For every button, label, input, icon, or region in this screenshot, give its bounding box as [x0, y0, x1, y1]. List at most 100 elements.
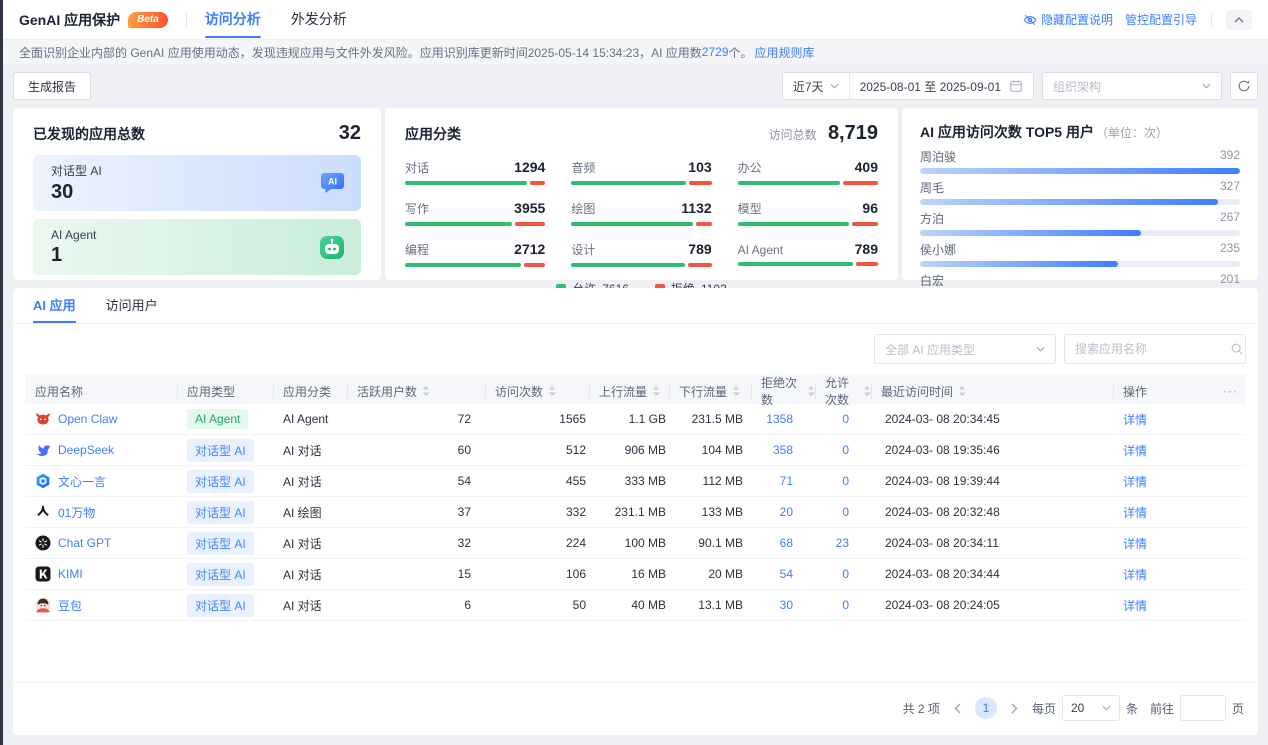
sort-icon[interactable]: [732, 385, 740, 397]
refresh-icon: [1237, 79, 1251, 93]
refresh-button[interactable]: [1230, 72, 1258, 100]
goto-page-input[interactable]: [1180, 695, 1226, 721]
upload-traffic: 1.1 GB: [589, 412, 669, 426]
sort-icon[interactable]: [863, 385, 871, 397]
allow-count-link[interactable]: 0: [815, 505, 871, 519]
tab-access-analysis[interactable]: 访问分析: [205, 0, 261, 40]
category-item: AI Agent 789: [738, 241, 878, 267]
reject-count-link[interactable]: 30: [751, 598, 815, 612]
category-allow-deny-bar: [738, 222, 878, 226]
generate-report-button[interactable]: 生成报告: [13, 72, 91, 100]
category-value: 103: [688, 159, 711, 175]
column-settings-icon[interactable]: ···: [1223, 384, 1238, 398]
allow-count-link[interactable]: 0: [815, 443, 871, 457]
sort-icon[interactable]: [652, 385, 660, 397]
user-bar-fill: [920, 261, 1118, 267]
column-label: 应用名称: [35, 383, 83, 400]
sort-icon[interactable]: [548, 385, 556, 397]
category-item: 绘图 1132: [571, 200, 711, 226]
app-rule-library-link[interactable]: 应用规则库: [755, 44, 815, 61]
category-value: 789: [688, 241, 711, 257]
quick-range-select[interactable]: 近7天: [783, 73, 850, 99]
prev-page-icon[interactable]: [952, 703, 963, 714]
sort-icon[interactable]: [422, 385, 430, 397]
allow-count-link[interactable]: 23: [815, 536, 871, 550]
category-item: 办公 409: [738, 159, 878, 185]
app-type-filter-select[interactable]: 全部 AI 应用类型: [874, 334, 1056, 364]
allow-count-link[interactable]: 0: [815, 474, 871, 488]
per-page-select[interactable]: 20: [1062, 695, 1120, 721]
card-title: 已发现的应用总数: [33, 124, 145, 144]
tab-access-users[interactable]: 访问用户: [106, 288, 158, 323]
app-name-link[interactable]: DeepSeek: [58, 443, 114, 457]
last-access-time: 2024-03- 08 19:39:44: [871, 474, 1113, 488]
allow-bar-segment: [738, 181, 840, 185]
search-input[interactable]: [1075, 342, 1230, 356]
category-allow-deny-bar: [405, 181, 545, 185]
stats-row: 已发现的应用总数 32 对话型 AI 30 AI AI Agent 1 应用分类…: [13, 108, 1258, 280]
allow-bar-segment: [738, 262, 853, 266]
page-title: GenAI 应用保护: [19, 10, 120, 30]
download-traffic: 112 MB: [669, 474, 751, 488]
column-label: 最近访问时间: [881, 383, 953, 400]
date-range-picker[interactable]: 2025-08-01 至 2025-09-01: [850, 78, 1033, 95]
config-guide-link[interactable]: 管控配置引导: [1125, 11, 1197, 28]
reject-count-link[interactable]: 20: [751, 505, 815, 519]
detail-link[interactable]: 详情: [1123, 506, 1147, 520]
reject-count-link[interactable]: 54: [751, 567, 815, 581]
detail-link[interactable]: 详情: [1123, 537, 1147, 551]
next-page-icon[interactable]: [1009, 703, 1020, 714]
app-name-link[interactable]: 01万物: [58, 504, 95, 521]
allow-count-link[interactable]: 0: [815, 412, 871, 426]
open-claw-icon: [35, 411, 51, 427]
deny-bar-segment: [843, 181, 878, 185]
app-name-link[interactable]: 文心一言: [58, 473, 106, 490]
user-name: 侯小娜: [920, 241, 956, 258]
allow-bar-segment: [738, 222, 849, 226]
app-name-link[interactable]: Chat GPT: [58, 536, 111, 550]
current-page-button[interactable]: 1: [975, 697, 997, 719]
category-label: 写作: [405, 200, 429, 217]
detail-link[interactable]: 详情: [1123, 599, 1147, 613]
detail-link[interactable]: 详情: [1123, 475, 1147, 489]
table-tabs: AI 应用 访问用户: [13, 288, 1258, 324]
category-label: 模型: [738, 200, 762, 217]
org-structure-select[interactable]: 组织架构: [1042, 72, 1222, 100]
reject-count-link[interactable]: 68: [751, 536, 815, 550]
allow-count-link[interactable]: 0: [815, 598, 871, 612]
tab-ai-apps[interactable]: AI 应用: [33, 288, 76, 323]
visit-count: 512: [485, 443, 589, 457]
column-header-7[interactable]: 拒绝次数: [751, 374, 815, 408]
column-header-9[interactable]: 最近访问时间: [871, 374, 1113, 408]
collapse-button[interactable]: [1226, 10, 1252, 30]
sort-icon[interactable]: [958, 385, 966, 397]
tab-outbound-analysis[interactable]: 外发分析: [291, 0, 347, 40]
detail-link[interactable]: 详情: [1123, 568, 1147, 582]
app-category: AI 对话: [273, 535, 347, 552]
visits-total-value: 8,719: [828, 122, 878, 144]
column-header-5[interactable]: 上行流量: [589, 374, 669, 408]
category-allow-deny-bar: [405, 222, 545, 226]
detail-link[interactable]: 详情: [1123, 444, 1147, 458]
hide-config-link[interactable]: 隐藏配置说明: [1023, 11, 1113, 28]
reject-count-link[interactable]: 71: [751, 474, 815, 488]
active-users: 54: [347, 474, 485, 488]
column-header-6[interactable]: 下行流量: [669, 374, 751, 408]
allow-bar-segment: [405, 181, 527, 185]
reject-count-link[interactable]: 358: [751, 443, 815, 457]
column-header-3[interactable]: 活跃用户数: [347, 374, 485, 408]
app-name-link[interactable]: Open Claw: [58, 412, 117, 426]
app-name-link[interactable]: 豆包: [58, 597, 82, 614]
sort-icon[interactable]: [807, 385, 815, 397]
category-allow-deny-bar: [571, 181, 711, 185]
top-users-list: 周泊骏 392 周毛 327 方泊 267: [920, 148, 1240, 298]
reject-count-link[interactable]: 1358: [751, 412, 815, 426]
detail-link[interactable]: 详情: [1123, 413, 1147, 427]
chevron-down-icon: [830, 83, 839, 89]
allow-count-link[interactable]: 0: [815, 567, 871, 581]
app-type-badge: 对话型 AI: [187, 563, 254, 586]
app-name-link[interactable]: KIMI: [58, 567, 83, 581]
column-header-4[interactable]: 访问次数: [485, 374, 589, 408]
app-header: GenAI 应用保护 Beta 访问分析 外发分析 隐藏配置说明 管控配置引导: [3, 0, 1268, 40]
column-header-8[interactable]: 允许次数: [815, 374, 871, 408]
